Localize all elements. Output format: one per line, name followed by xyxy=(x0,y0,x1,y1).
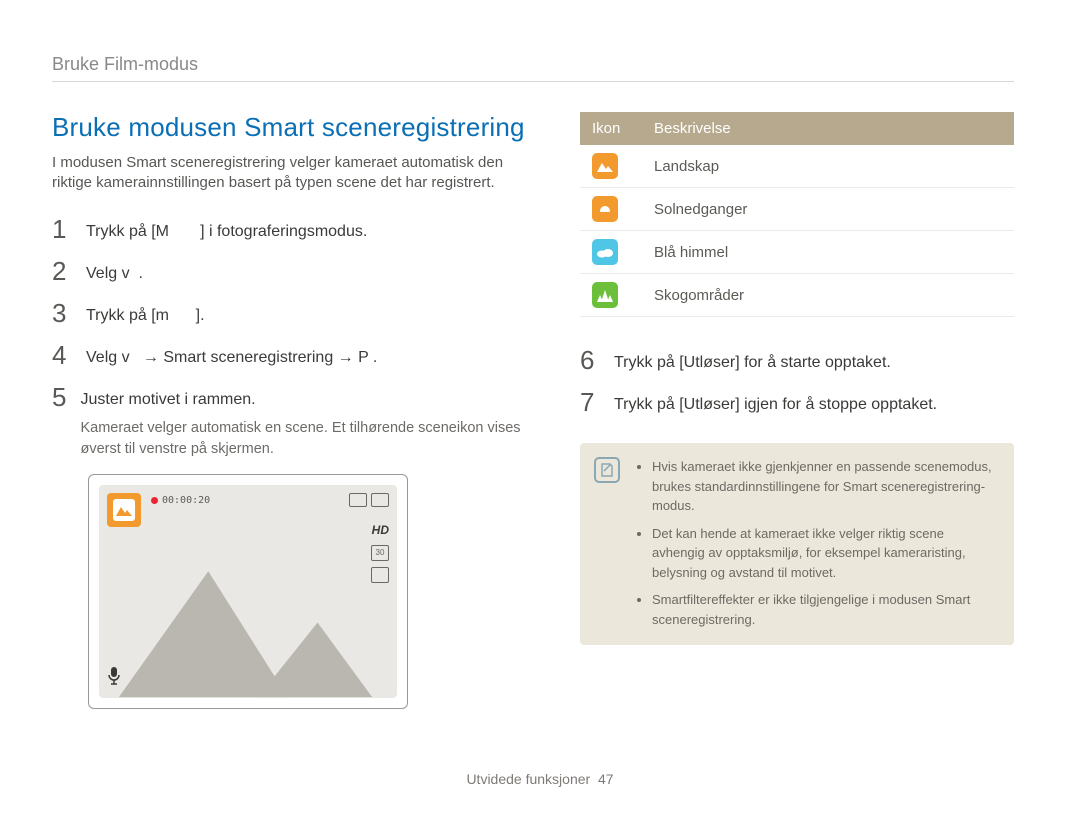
camera-screen-illustration: 00:00:20 HD 30 xyxy=(88,474,408,709)
step-body: Velg v → Smart sceneregistrering → P . xyxy=(86,342,377,370)
recording-timer: 00:00:20 xyxy=(151,495,210,506)
table-cell-desc: Landskap xyxy=(642,145,1014,188)
hd-indicator: HD xyxy=(372,523,389,537)
note-item: Hvis kameraet ikke gjenkjenner en passen… xyxy=(652,457,998,516)
step-number: 5 xyxy=(52,384,66,410)
steps-right: 6 Trykk på [Utløser] for å starte opptak… xyxy=(580,347,1014,417)
table-row: Landskap xyxy=(580,145,1014,188)
note-list: Hvis kameraet ikke gjenkjenner en passen… xyxy=(636,457,998,629)
table-header-icon: Ikon xyxy=(580,112,642,145)
flash-icon xyxy=(349,493,367,507)
table-row: Blå himmel xyxy=(580,231,1014,274)
header-rule xyxy=(52,81,1014,82)
note-icon xyxy=(594,457,620,483)
step-number: 1 xyxy=(52,216,72,242)
step-4: 4 Velg v → Smart sceneregistrering → P . xyxy=(52,342,534,370)
step-6: 6 Trykk på [Utløser] for å starte opptak… xyxy=(580,347,1014,375)
landscape-icon xyxy=(592,153,618,179)
left-column: Bruke modusen Smart sceneregistrering I … xyxy=(52,112,534,709)
sunset-icon xyxy=(592,196,618,222)
note-item: Smartfiltereffekter er ikke tilgjengelig… xyxy=(652,590,998,629)
step-body: Velg v . xyxy=(86,258,143,286)
battery-icon xyxy=(371,493,389,507)
scene-icon-table: Ikon Beskrivelse Landskap Solnedganger xyxy=(580,112,1014,317)
table-cell-desc: Blå himmel xyxy=(642,231,1014,274)
scene-icon-badge xyxy=(107,493,141,527)
step-number: 6 xyxy=(580,347,600,373)
step-body: Juster motivet i rammen. Kameraet velger… xyxy=(80,384,534,460)
step-subtext: Kameraet velger automatisk en scene. Et … xyxy=(80,418,534,460)
record-dot-icon xyxy=(151,497,158,504)
step-3: 3 Trykk på [m ]. xyxy=(52,300,534,328)
step-number: 3 xyxy=(52,300,72,326)
footer-page-number: 47 xyxy=(598,771,614,787)
step-number: 4 xyxy=(52,342,72,368)
steps-left: 1 Trykk på [M ] i fotograferingsmodus. 2… xyxy=(52,216,534,460)
step-text: Juster motivet i rammen. xyxy=(80,391,255,408)
breadcrumb: Bruke Film-modus xyxy=(52,54,1014,75)
two-column-layout: Bruke modusen Smart sceneregistrering I … xyxy=(52,112,1014,709)
forest-icon xyxy=(592,282,618,308)
step-body: Trykk på [m ]. xyxy=(86,300,205,328)
note-box: Hvis kameraet ikke gjenkjenner en passen… xyxy=(580,443,1014,645)
page-footer: Utvidede funksjoner 47 xyxy=(0,771,1080,787)
landscape-icon xyxy=(113,499,135,521)
mountain-illustration xyxy=(99,548,397,697)
page-title: Bruke modusen Smart sceneregistrering xyxy=(52,112,534,143)
step-1: 1 Trykk på [M ] i fotograferingsmodus. xyxy=(52,216,534,244)
sky-icon xyxy=(592,239,618,265)
camera-screen-inner: 00:00:20 HD 30 xyxy=(99,485,397,698)
step-body: Trykk på [M ] i fotograferingsmodus. xyxy=(86,216,367,244)
note-item: Det kan hende at kameraet ikke velger ri… xyxy=(652,524,998,583)
table-header-desc: Beskrivelse xyxy=(642,112,1014,145)
step-number: 7 xyxy=(580,389,600,415)
step-body: Trykk på [Utløser] for å starte opptaket… xyxy=(614,347,891,375)
intro-paragraph: I modusen Smart sceneregistrering velger… xyxy=(52,153,534,194)
footer-label: Utvidede funksjoner xyxy=(466,771,590,787)
step-2: 2 Velg v . xyxy=(52,258,534,286)
step-7: 7 Trykk på [Utløser] igjen for å stoppe … xyxy=(580,389,1014,417)
table-row: Solnedganger xyxy=(580,188,1014,231)
step-body: Trykk på [Utløser] igjen for å stoppe op… xyxy=(614,389,937,417)
manual-page: Bruke Film-modus Bruke modusen Smart sce… xyxy=(0,0,1080,815)
step-number: 2 xyxy=(52,258,72,284)
table-cell-desc: Skogområder xyxy=(642,274,1014,317)
table-row: Skogområder xyxy=(580,274,1014,317)
table-cell-desc: Solnedganger xyxy=(642,188,1014,231)
right-column: Ikon Beskrivelse Landskap Solnedganger xyxy=(580,112,1014,709)
step-5: 5 Juster motivet i rammen. Kameraet velg… xyxy=(52,384,534,460)
timer-value: 00:00:20 xyxy=(162,495,210,506)
top-right-icons xyxy=(349,493,389,507)
